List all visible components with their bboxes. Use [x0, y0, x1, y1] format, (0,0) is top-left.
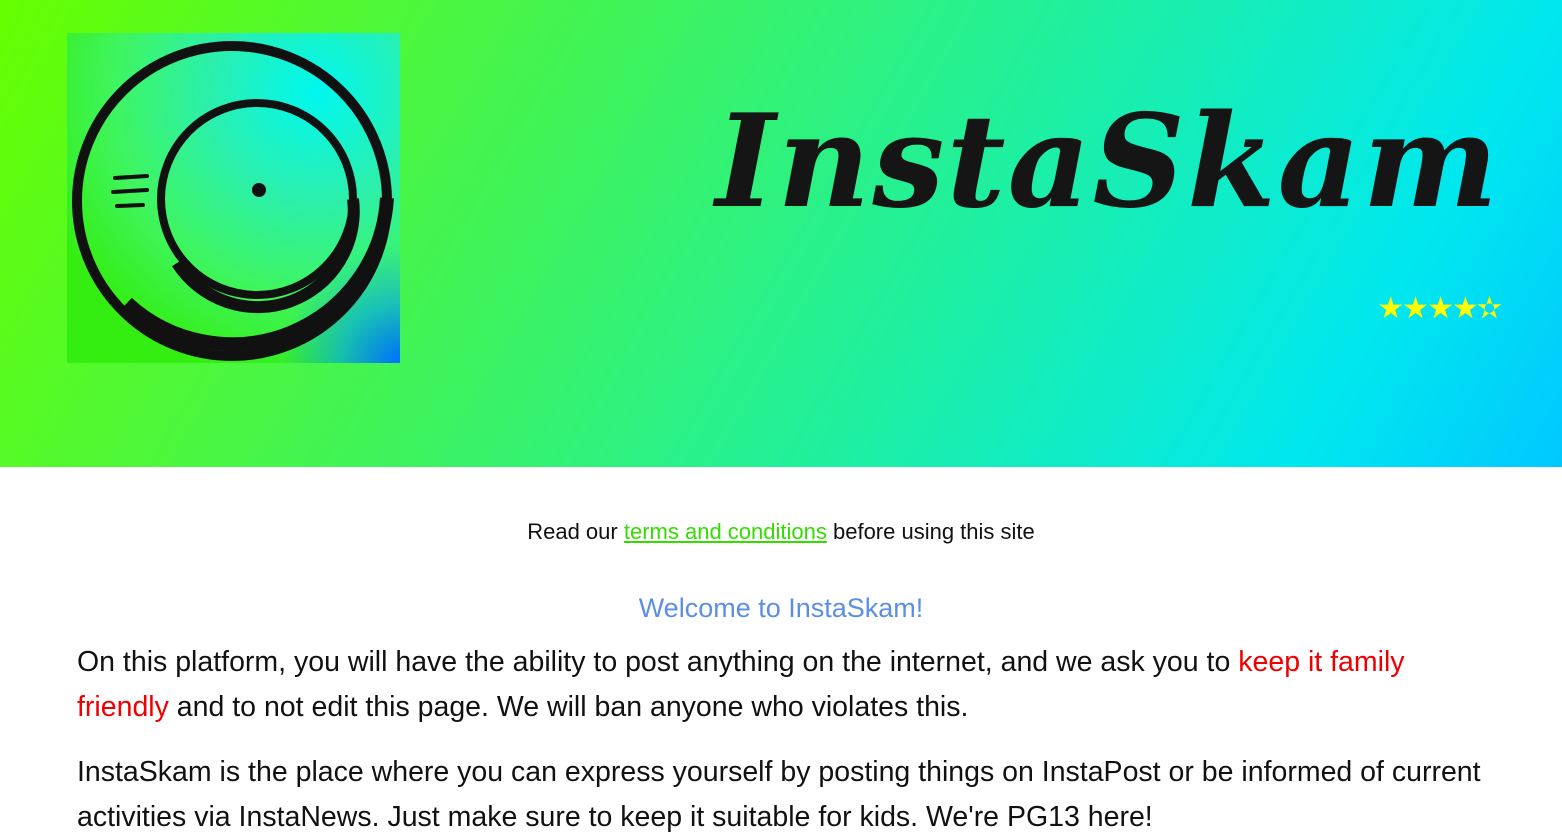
terms-prefix: Read our [527, 519, 618, 544]
intro-text-after: and to not edit this page. We will ban a… [176, 691, 969, 723]
logo-image [67, 33, 400, 363]
star-rating: ★★★★✫ [1377, 292, 1502, 325]
intro-text-before: On this platform, you will have the abil… [77, 646, 1231, 678]
main-content: Read our terms and conditions before usi… [0, 467, 1562, 832]
terms-suffix: before using this site [832, 519, 1035, 544]
logo-icon [72, 41, 394, 361]
terms-link[interactable]: terms and conditions [624, 519, 827, 544]
terms-notice: Read our terms and conditions before usi… [0, 467, 1562, 546]
about-paragraph: InstaSkam is the place where you can exp… [77, 756, 1481, 832]
brand-title: InstaSkam [715, 87, 1500, 237]
welcome-heading: Welcome to InstaSkam! [638, 593, 924, 623]
hero-banner: InstaSkam ★★★★✫ [0, 0, 1562, 467]
intro-paragraph: On this platform, you will have the abil… [0, 626, 1562, 730]
